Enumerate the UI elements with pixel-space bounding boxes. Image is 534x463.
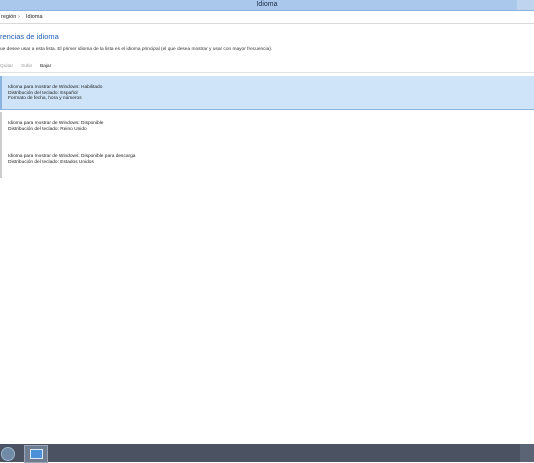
taskbar bbox=[0, 444, 534, 463]
page-description: ue desee usar a esta lista. El primer id… bbox=[0, 47, 273, 52]
format-link: Formato de fecha, hora y números bbox=[8, 96, 82, 101]
breadcrumb-separator-icon: › bbox=[18, 14, 20, 20]
move-down-button[interactable]: Bajar bbox=[40, 61, 51, 72]
keyboard-layout: Distribución del teclado: Reino Unido bbox=[8, 126, 87, 132]
system-tray[interactable] bbox=[520, 444, 534, 462]
breadcrumb-region[interactable]: región bbox=[1, 11, 16, 23]
language-item-accent bbox=[0, 145, 2, 178]
move-up-button[interactable]: Subir bbox=[21, 61, 32, 72]
language-item-details: Idioma para mostrar de Windows: Disponib… bbox=[8, 121, 103, 132]
language-item-accent bbox=[0, 76, 2, 109]
language-item[interactable]: Idioma para mostrar de Windows: Disponib… bbox=[0, 145, 534, 178]
language-item-details: Idioma para mostrar de Windows: Disponib… bbox=[8, 154, 135, 165]
keyboard-layout: Distribución del teclado: Estados Unidos bbox=[8, 159, 94, 165]
language-item[interactable]: Idioma para mostrar de Windows: Disponib… bbox=[0, 112, 534, 145]
control-panel-icon bbox=[30, 449, 43, 459]
language-item-details: Idioma para mostrar de Windows: Habilita… bbox=[8, 85, 102, 102]
language-item-accent bbox=[0, 112, 2, 145]
language-toolbar: Quitar Subir Bajar bbox=[0, 61, 534, 73]
window-close-button[interactable] bbox=[517, 0, 534, 10]
window-title: Idioma bbox=[256, 1, 278, 8]
page-title: rencias de idioma bbox=[0, 32, 59, 41]
language-item[interactable]: Idioma para mostrar de Windows: Habilita… bbox=[0, 76, 534, 110]
display-language-status: Idioma para mostrar de Windows: Disponib… bbox=[8, 121, 104, 126]
display-language-status: Idioma para mostrar de Windows: Habilita… bbox=[8, 85, 103, 90]
remove-button[interactable]: Quitar bbox=[0, 61, 13, 72]
display-language-status: Idioma para mostrar de Windows: Disponib… bbox=[8, 154, 136, 159]
breadcrumb-idioma[interactable]: Idioma bbox=[26, 11, 43, 23]
window-titlebar: Idioma bbox=[0, 0, 534, 11]
address-bar[interactable]: región › Idioma bbox=[0, 11, 534, 24]
windows-start-icon[interactable] bbox=[1, 447, 15, 461]
taskbar-control-panel-button[interactable] bbox=[24, 445, 48, 463]
